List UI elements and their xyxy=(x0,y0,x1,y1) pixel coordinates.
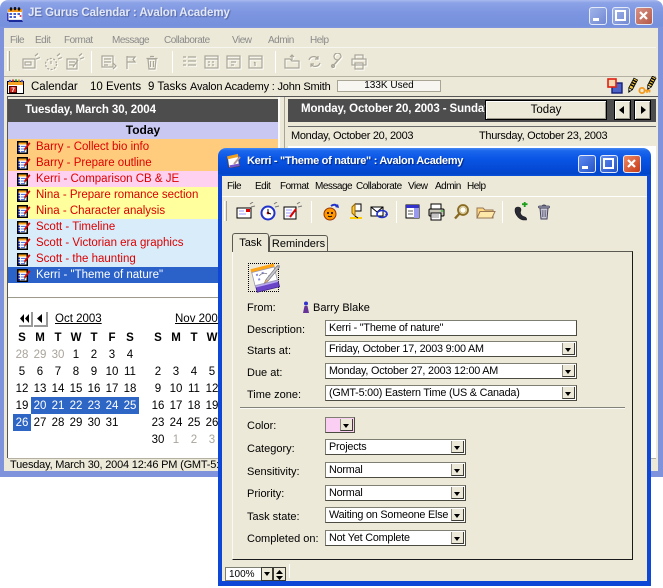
svg-text:7: 7 xyxy=(11,87,15,94)
